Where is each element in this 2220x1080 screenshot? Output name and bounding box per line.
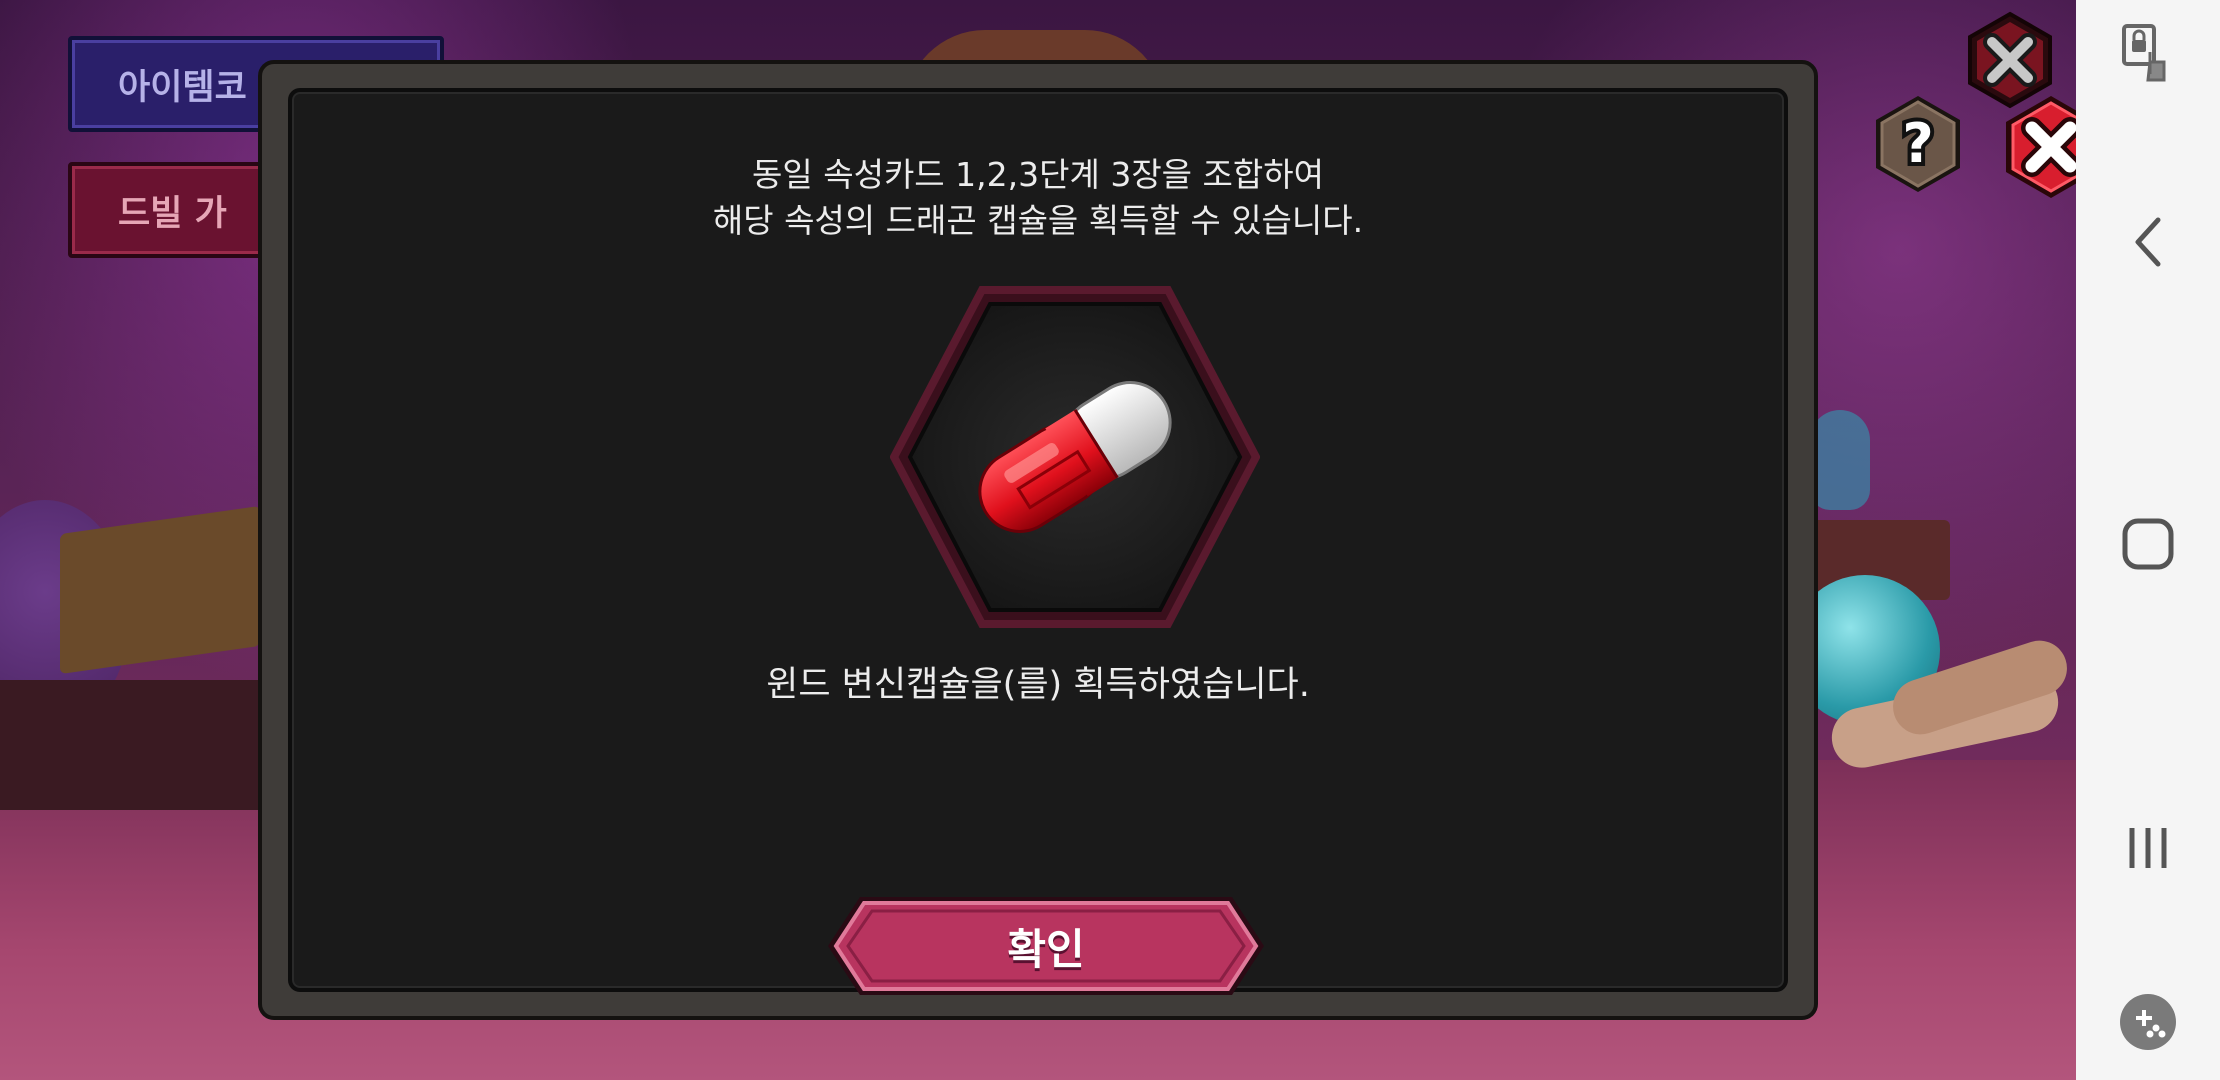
question-mark-icon[interactable]: ? ? [1866,92,1970,196]
dialog-panel: 동일 속성카드 1,2,3단계 3장을 조합하여 해당 속성의 드래곤 캡슐을 … [288,88,1788,995]
back-chevron-icon[interactable] [2076,212,2220,272]
capsule-dialog: 동일 속성카드 1,2,3단계 3장을 조합하여 해당 속성의 드래곤 캡슐을 … [258,60,2096,1020]
home-square-icon[interactable] [2076,516,2220,572]
svg-text:?: ? [1902,112,1933,175]
decor-vase [1810,410,1870,510]
confirm-button[interactable]: 확인 [826,895,1266,997]
system-navigation-bar [2076,0,2220,1080]
red-capsule-icon [890,286,1260,628]
recent-apps-icon[interactable] [2076,820,2220,876]
devil-button-label: 드빌 가 [118,193,227,234]
screen-lock-touch-icon[interactable] [2076,22,2220,86]
confirm-label: 확인 [1007,924,1085,974]
result-message: 윈드 변신캡슐을(를) 획득하였습니다. [766,665,1310,705]
dialog-description: 동일 속성카드 1,2,3단계 3장을 조합하여 해당 속성의 드래곤 캡슐을 … [292,152,1784,244]
decor-table [0,680,270,810]
description-line-2: 해당 속성의 드래곤 캡슐을 획득할 수 있습니다. [712,201,1364,240]
item-code-label: 아이템코 [118,67,247,108]
description-line-1: 동일 속성카드 1,2,3단계 3장을 조합하여 [752,155,1324,194]
game-tools-icon[interactable] [2076,992,2220,1052]
decor-book [60,505,260,675]
